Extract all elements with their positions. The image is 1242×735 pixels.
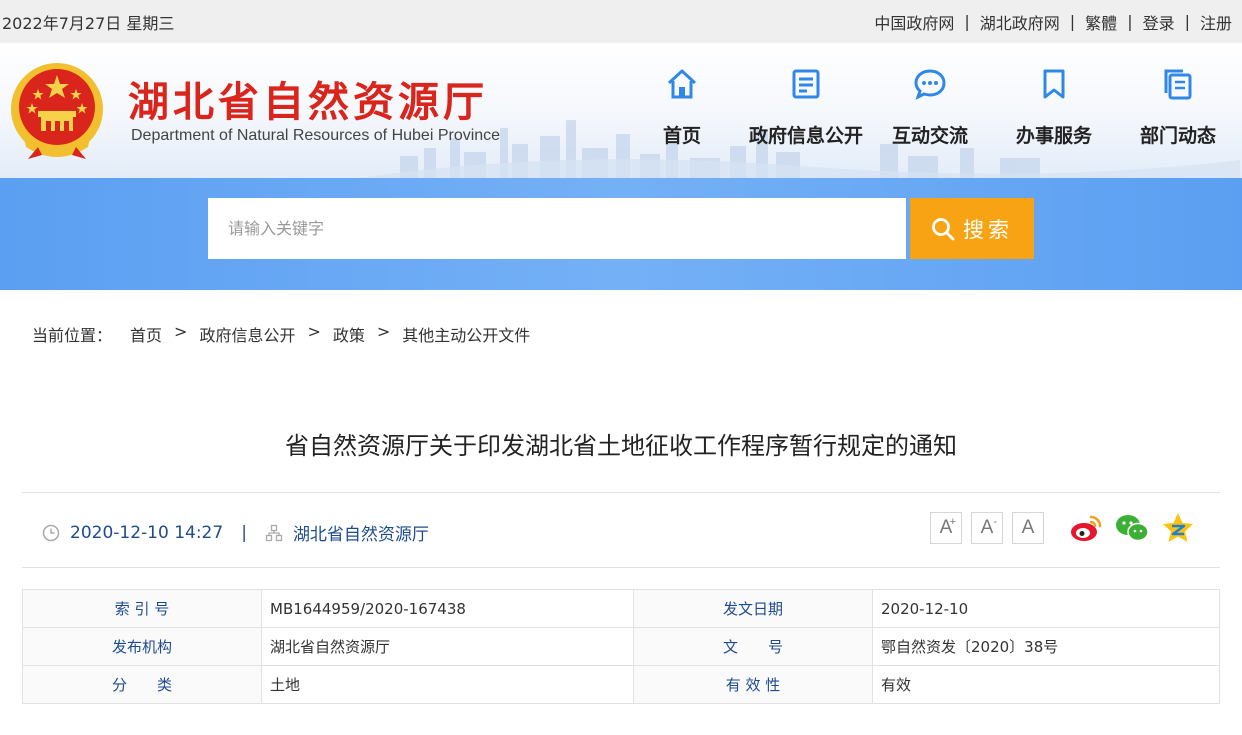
nav-home[interactable]: 首页 xyxy=(620,67,744,148)
nav-label: 政府信息公开 xyxy=(748,125,863,147)
info-value: 鄂自然资发〔2020〕38号 xyxy=(872,627,1220,666)
link-gov-cn[interactable]: 中国政府网 xyxy=(874,10,954,34)
article-title: 省自然资源厅关于印发湖北省土地征收工作程序暂行规定的通知 xyxy=(285,432,957,460)
top-bar: 2022年7月27日 星期三 中国政府网 | 湖北政府网 | 繁體 | 登录 |… xyxy=(0,0,1242,43)
nav-interaction[interactable]: 互动交流 xyxy=(868,67,992,148)
info-key: 索 引 号 xyxy=(22,589,262,628)
divider xyxy=(22,492,1220,493)
breadcrumb: 当前位置： 首页 > 政府信息公开 > 政策 > 其他主动公开文件 xyxy=(32,322,530,346)
search-icon xyxy=(932,217,955,240)
divider: | xyxy=(964,12,970,31)
divider: | xyxy=(1184,12,1190,31)
nav-label: 互动交流 xyxy=(891,125,968,147)
article-source: 湖北省自然资源厅 xyxy=(292,525,429,545)
article-meta: 2020-12-10 14:27 | 湖北省自然资源厅 xyxy=(42,520,429,545)
font-reset-button[interactable]: A xyxy=(1012,512,1044,544)
qzone-share-icon[interactable] xyxy=(1161,512,1195,544)
article-datetime: 2020-12-10 14:27 xyxy=(70,522,224,543)
search-input[interactable] xyxy=(208,198,906,259)
nav-services[interactable]: 办事服务 xyxy=(992,67,1116,148)
link-traditional-chinese[interactable]: 繁體 xyxy=(1085,10,1117,34)
wechat-share-icon[interactable] xyxy=(1115,513,1149,543)
info-key: 分 类 xyxy=(22,665,262,704)
nav-label: 首页 xyxy=(662,125,701,147)
breadcrumb-gov-info[interactable]: 政府信息公开 xyxy=(199,322,295,346)
info-value: 2020-12-10 xyxy=(872,589,1220,628)
organization-icon xyxy=(265,524,283,541)
breadcrumb-other-documents[interactable]: 其他主动公开文件 xyxy=(402,322,530,346)
document-info-table: 索 引 号 MB1644959/2020-167438 发文日期 2020-12… xyxy=(22,589,1220,704)
news-copy-icon xyxy=(1164,69,1192,100)
chat-bubble-icon xyxy=(914,69,946,100)
font-increase-button[interactable]: A + xyxy=(930,512,962,544)
search-band: 搜索 xyxy=(0,178,1242,290)
nav-department-news[interactable]: 部门动态 xyxy=(1116,67,1240,148)
divider: | xyxy=(1127,12,1133,31)
font-decrease-button[interactable]: A- xyxy=(971,512,1003,544)
table-row: 分 类 土地 有 效 性 有效 xyxy=(22,665,1220,704)
info-key: 发布机构 xyxy=(22,627,262,666)
divider xyxy=(22,567,1220,568)
nav-label: 部门动态 xyxy=(1139,125,1216,147)
info-value: MB1644959/2020-167438 xyxy=(261,589,634,628)
current-date: 2022年7月27日 星期三 xyxy=(2,13,175,33)
top-links: 中国政府网 | 湖北政府网 | 繁體 | 登录 | 注册 xyxy=(874,10,1242,34)
breadcrumb-home[interactable]: 首页 xyxy=(130,322,162,346)
weibo-share-icon[interactable] xyxy=(1069,513,1103,543)
breadcrumb-prefix: 当前位置： xyxy=(32,326,113,345)
breadcrumb-separator: > xyxy=(376,322,391,341)
breadcrumb-separator: > xyxy=(307,322,321,341)
article-tools: A + A- A xyxy=(930,512,1195,544)
info-value: 有效 xyxy=(872,665,1220,704)
info-value: 土地 xyxy=(261,665,634,704)
info-value: 湖北省自然资源厅 xyxy=(261,627,634,666)
table-row: 发布机构 湖北省自然资源厅 文 号 鄂自然资发〔2020〕38号 xyxy=(22,627,1220,666)
nav-label: 办事服务 xyxy=(1015,125,1092,147)
login-link[interactable]: 登录 xyxy=(1143,10,1175,34)
link-hubei-gov[interactable]: 湖北政府网 xyxy=(980,10,1060,34)
info-key: 发文日期 xyxy=(633,589,873,628)
info-key: 有 效 性 xyxy=(633,665,873,704)
register-link[interactable]: 注册 xyxy=(1200,10,1232,34)
site-title: 湖北省自然资源厅 xyxy=(128,78,488,126)
search-button[interactable]: 搜索 xyxy=(910,198,1034,259)
breadcrumb-policy[interactable]: 政策 xyxy=(333,322,365,346)
nav-gov-info[interactable]: 政府信息公开 xyxy=(744,67,868,148)
national-emblem-logo xyxy=(11,63,103,159)
home-icon xyxy=(667,69,697,99)
main-nav: 首页 政府信息公开 互动交流 办事服务 部门动态 xyxy=(620,67,1240,157)
bookmark-icon xyxy=(1043,69,1065,99)
search-button-label: 搜索 xyxy=(963,217,1013,242)
site-header: 湖北省自然资源厅 Department of Natural Resources… xyxy=(0,43,1242,178)
site-subtitle: Department of Natural Resources of Hubei… xyxy=(131,127,501,144)
table-row: 索 引 号 MB1644959/2020-167438 发文日期 2020-12… xyxy=(22,589,1220,628)
divider: | xyxy=(241,522,247,543)
breadcrumb-separator: > xyxy=(174,322,188,341)
document-list-icon xyxy=(792,69,820,99)
info-key: 文 号 xyxy=(633,627,873,666)
main-content: 当前位置： 首页 > 政府信息公开 > 政策 > 其他主动公开文件 省自然资源厅… xyxy=(0,290,1242,735)
clock-icon xyxy=(42,524,60,541)
divider: | xyxy=(1069,12,1076,31)
